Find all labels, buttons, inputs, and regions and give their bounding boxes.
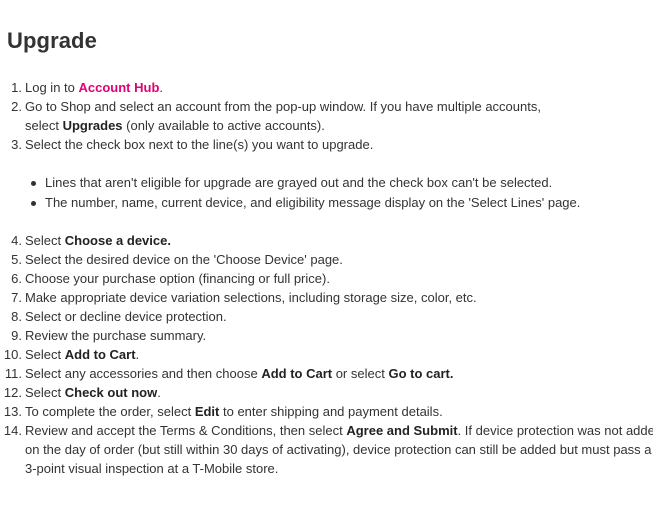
- list-item: 2. Go to Shop and select an account from…: [0, 97, 653, 116]
- page-title: Upgrade: [7, 28, 97, 53]
- list-item: 13. To complete the order, select Edit t…: [0, 402, 653, 421]
- step-text: Log in to Account Hub.: [25, 80, 164, 95]
- list-item-continuation: 3-point visual inspection at a T-Mobile …: [0, 459, 653, 478]
- upgrades-label: Upgrades: [62, 118, 123, 133]
- upgrade-steps-list: 1. Log in to Account Hub. 2. Go to Shop …: [0, 78, 653, 478]
- step-number: 1.: [11, 80, 22, 95]
- list-item-continuation: on the day of order (but still within 30…: [0, 440, 653, 459]
- step-text: Select any accessories and then choose A…: [25, 366, 454, 381]
- step-number: 8.: [11, 309, 22, 324]
- account-hub-link[interactable]: Account Hub: [79, 80, 160, 95]
- bullet-item: Lines that aren't eligible for upgrade a…: [0, 173, 653, 193]
- step-text: Select the check box next to the line(s)…: [25, 137, 374, 152]
- step-text: 3-point visual inspection at a T-Mobile …: [25, 461, 279, 476]
- step-number: 14.: [3, 423, 22, 438]
- step-text: Make appropriate device variation select…: [25, 290, 477, 305]
- step-text: To complete the order, select Edit to en…: [25, 404, 443, 419]
- step-number: 10.: [3, 347, 22, 362]
- list-item: 5. Select the desired device on the 'Cho…: [0, 250, 653, 269]
- list-item: 11. Select any accessories and then choo…: [0, 364, 653, 383]
- list-item: 6. Choose your purchase option (financin…: [0, 269, 653, 288]
- step-number: 11.: [4, 366, 22, 381]
- step-text: Select the desired device on the 'Choose…: [25, 252, 343, 267]
- step-text: Choose your purchase option (financing o…: [25, 271, 330, 286]
- step-number: 5.: [11, 252, 22, 267]
- step-text: select Upgrades (only available to activ…: [25, 118, 325, 133]
- list-item: 14. Review and accept the Terms & Condit…: [0, 421, 653, 440]
- step-number: 6.: [11, 271, 22, 286]
- step-text: Go to Shop and select an account from th…: [25, 99, 541, 114]
- bullet-text: Lines that aren't eligible for upgrade a…: [45, 175, 553, 190]
- list-item: 3. Select the check box next to the line…: [0, 135, 653, 154]
- step-text: Review the purchase summary.: [25, 328, 207, 343]
- bullet-icon: [31, 181, 36, 186]
- list-item-continuation: select Upgrades (only available to activ…: [0, 116, 653, 135]
- bullet-text: The number, name, current device, and el…: [45, 194, 581, 210]
- list-item: 10. Select Add to Cart.: [0, 345, 653, 364]
- list-item: 8. Select or decline device protection.: [0, 307, 653, 326]
- list-item: 7. Make appropriate device variation sel…: [0, 288, 653, 307]
- step-number: 3.: [11, 137, 22, 152]
- list-item: 1. Log in to Account Hub.: [0, 78, 653, 97]
- step-number: 13.: [3, 404, 22, 419]
- step-text: on the day of order (but still within 30…: [25, 442, 652, 457]
- list-item: 4. Select Choose a device.: [0, 231, 653, 250]
- list-item: 9. Review the purchase summary.: [0, 326, 653, 345]
- step-number: 9.: [11, 328, 22, 343]
- step-text: Select Choose a device.: [25, 233, 171, 248]
- step-number: 2.: [11, 99, 22, 114]
- step-text: Select Add to Cart.: [25, 347, 140, 362]
- step-text: Review and accept the Terms & Conditions…: [25, 423, 653, 438]
- list-item: 12. Select Check out now.: [0, 383, 653, 402]
- step-number: 12.: [3, 385, 22, 400]
- bullet-item: The number, name, current device, and el…: [0, 193, 653, 213]
- step-number: 4.: [11, 233, 22, 248]
- step-number: 7.: [11, 290, 22, 305]
- bullet-icon: [31, 200, 36, 206]
- step-text: Select or decline device protection.: [25, 309, 227, 324]
- step-text: Select Check out now.: [25, 385, 161, 400]
